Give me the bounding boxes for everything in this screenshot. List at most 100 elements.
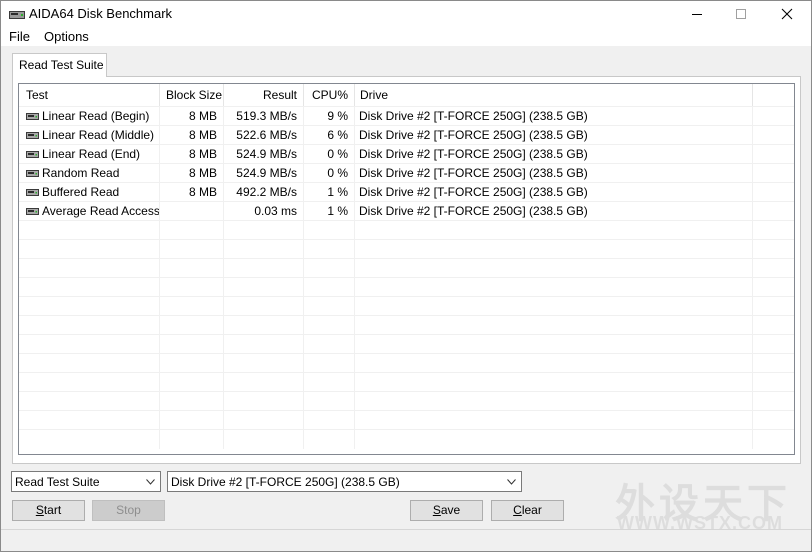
cell-empty [160,411,224,430]
table-row[interactable]: Random Read 8 MB 524.9 MB/s 0 % Disk Drive #… [19,163,794,183]
cell-empty [304,373,355,392]
cell-empty [753,411,794,430]
clear-button[interactable]: Clear [491,500,564,521]
close-icon [781,8,793,20]
minimize-button[interactable] [675,1,719,27]
cell-empty [304,297,355,316]
cell-drive: Disk Drive #2 [T-FORCE 250G] (238.5 GB) [355,126,753,145]
watermark: 外设天下 WWW.WSTX.COM [613,471,803,535]
maximize-button[interactable] [719,1,763,27]
cell-empty [19,411,160,430]
cell-empty [753,259,794,278]
cell-empty [753,240,794,259]
menu-bar: File Options [1,27,811,46]
column-header-cpu[interactable]: CPU% [304,84,355,106]
cell-drive: Disk Drive #2 [T-FORCE 250G] (238.5 GB) [355,164,753,183]
cell-block-size: 8 MB [160,145,224,164]
table-row-empty [19,296,794,316]
column-header-result[interactable]: Result [224,84,304,106]
table-row[interactable]: Linear Read (Begin) 8 MB 519.3 MB/s 9 % Disk… [19,106,794,126]
results-list[interactable]: Test Block Size Result CPU% Drive Linear… [18,83,795,455]
cell-cpu: 1 % [304,183,355,202]
suite-select-value: Read Test Suite [15,475,100,489]
table-row[interactable]: Linear Read (End) 8 MB 524.9 MB/s 0 % Disk D… [19,144,794,164]
table-row[interactable]: Buffered Read 8 MB 492.2 MB/s 1 % Disk Drive… [19,182,794,202]
cell-empty [304,278,355,297]
cell-block-size: 8 MB [160,164,224,183]
cell-empty [160,259,224,278]
title-bar: AIDA64 Disk Benchmark [1,1,811,27]
stop-button[interactable]: Stop [92,500,165,521]
cell-empty [19,221,160,240]
cell-empty [753,183,794,202]
cell-block-size: 8 MB [160,126,224,145]
chevron-down-icon [507,479,516,485]
cell-empty [160,392,224,411]
cell-empty [753,126,794,145]
cell-result: 522.6 MB/s [224,126,304,145]
cell-result: 0.03 ms [224,202,304,221]
cell-empty [753,297,794,316]
minimize-icon [692,14,702,15]
cell-empty [304,240,355,259]
suite-select[interactable]: Read Test Suite [11,471,161,492]
start-button[interactable]: Start [12,500,85,521]
column-header-test[interactable]: Test [19,84,160,106]
table-row[interactable]: Average Read Access 0.03 ms 1 % Disk Drive … [19,201,794,221]
menu-options[interactable]: Options [44,29,89,44]
cell-test: Linear Read (Middle) [19,126,160,145]
cell-empty [355,392,753,411]
cell-block-size [160,202,224,221]
tab-label: Read Test Suite [19,58,104,72]
cell-drive: Disk Drive #2 [T-FORCE 250G] (238.5 GB) [355,202,753,221]
cell-empty [19,297,160,316]
table-row-empty [19,353,794,373]
cell-cpu: 1 % [304,202,355,221]
test-label: Linear Read (Begin) [42,109,150,123]
column-header-drive[interactable]: Drive [355,84,753,106]
cell-empty [19,259,160,278]
cell-test: Linear Read (End) [19,145,160,164]
cell-empty [304,316,355,335]
chevron-down-icon [146,479,155,485]
save-button[interactable]: Save [410,500,483,521]
disk-drive-icon [26,208,39,215]
close-button[interactable] [765,1,809,27]
cell-block-size: 8 MB [160,183,224,202]
cell-empty [304,259,355,278]
cell-empty [304,430,355,449]
cell-empty [355,354,753,373]
cell-empty [355,278,753,297]
cell-empty [355,297,753,316]
cell-empty [160,278,224,297]
cell-empty [160,316,224,335]
table-row-empty [19,391,794,411]
column-header-block-size[interactable]: Block Size [160,84,224,106]
cell-cpu: 6 % [304,126,355,145]
drive-select[interactable]: Disk Drive #2 [T-FORCE 250G] (238.5 GB) [167,471,522,492]
menu-file[interactable]: File [9,29,30,44]
cell-empty [224,297,304,316]
cell-empty [160,335,224,354]
cell-empty [753,221,794,240]
cell-empty [355,335,753,354]
table-row-empty [19,239,794,259]
cell-result: 492.2 MB/s [224,183,304,202]
cell-test: Average Read Access [19,202,160,221]
cell-empty [224,221,304,240]
test-label: Linear Read (End) [42,147,141,161]
cell-empty [355,221,753,240]
cell-empty [304,411,355,430]
cell-cpu: 0 % [304,164,355,183]
cell-empty [160,297,224,316]
table-row-empty [19,410,794,430]
disk-drive-icon [26,132,39,139]
tab-read-test-suite[interactable]: Read Test Suite [12,53,107,77]
cell-empty [224,430,304,449]
cell-drive: Disk Drive #2 [T-FORCE 250G] (238.5 GB) [355,107,753,126]
cell-empty [224,240,304,259]
cell-empty [355,411,753,430]
table-row[interactable]: Linear Read (Middle) 8 MB 522.6 MB/s 6 % Dis… [19,125,794,145]
cell-empty [19,430,160,449]
cell-empty [355,430,753,449]
